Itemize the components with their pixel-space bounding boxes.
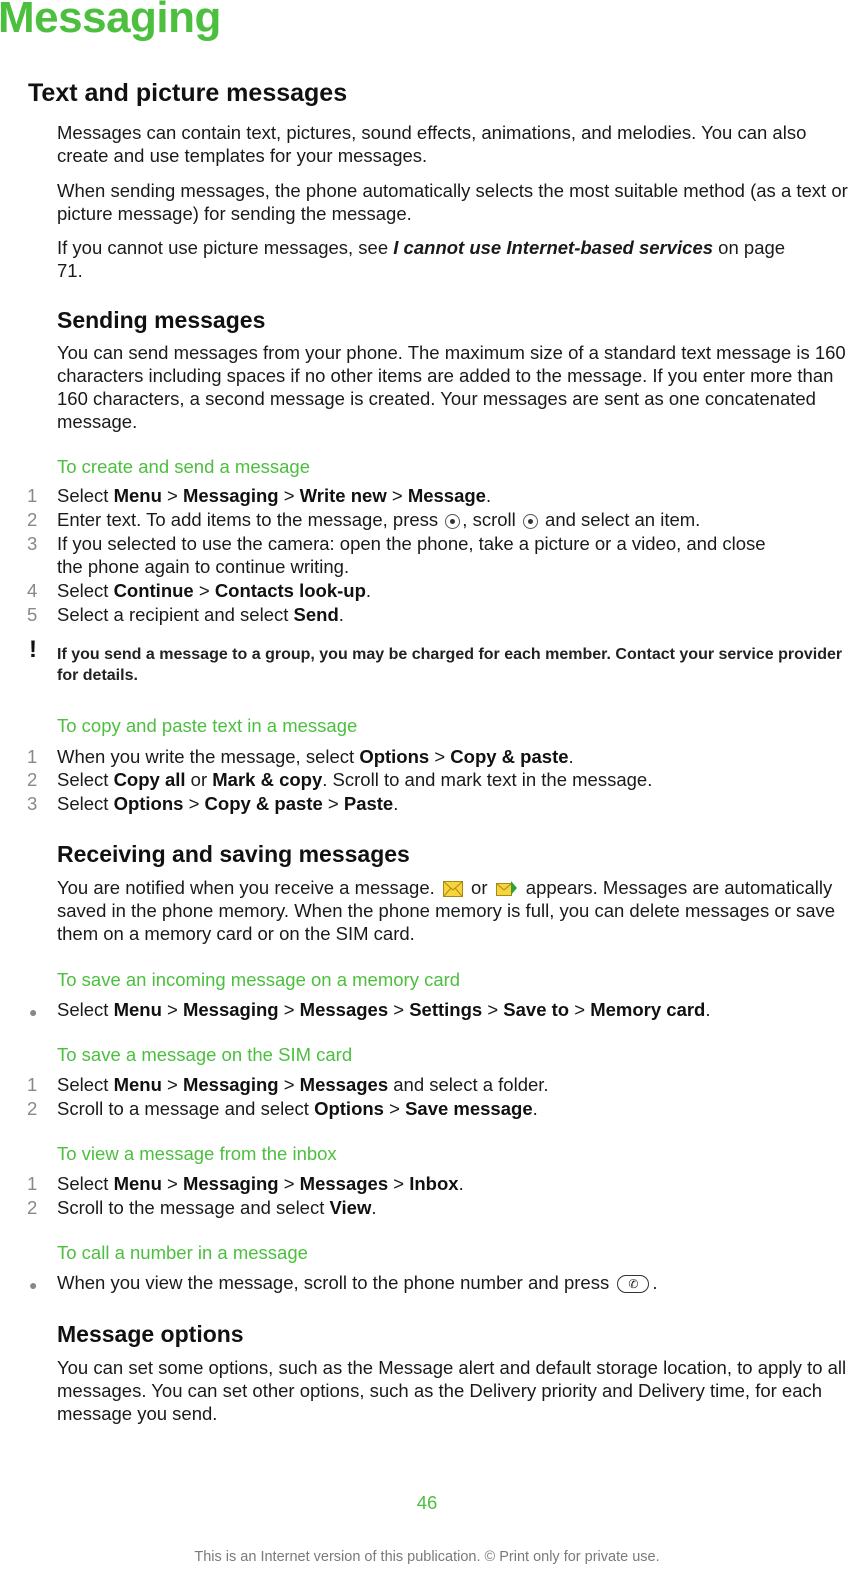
step-text: When you write the message, select Optio…	[57, 746, 574, 767]
step-number: 2	[27, 769, 38, 790]
task-heading-save-memory: To save an incoming message on a memory …	[57, 969, 461, 990]
step-text: Select Options > Copy & paste > Paste.	[57, 793, 399, 814]
section-heading-options: Message options	[57, 1321, 244, 1347]
step-text: Scroll to the message and select View.	[57, 1197, 377, 1218]
bullet-text: Select Menu > Messaging > Messages > Set…	[57, 999, 711, 1020]
step-number: 1	[27, 485, 38, 506]
step-number: 1	[27, 1074, 38, 1095]
step-number: 2	[27, 1098, 38, 1119]
envelope-arrow-icon	[495, 880, 517, 896]
step-text: Select Continue > Contacts look-up.	[57, 580, 372, 601]
page-number: 46	[416, 1492, 438, 1513]
section-heading-receiving: Receiving and saving messages	[57, 841, 410, 867]
paragraph: You can send messages from your phone. T…	[57, 342, 846, 432]
paragraph: You can set some options, such as the Me…	[57, 1357, 847, 1424]
step-number: 2	[27, 1197, 38, 1218]
step-number: 2	[27, 509, 38, 530]
step-text: Select Menu > Messaging > Messages > Inb…	[57, 1173, 464, 1194]
step-number: 1	[27, 1173, 38, 1194]
step-number: 4	[27, 580, 38, 601]
step-number: 5	[27, 604, 38, 625]
cross-reference-link[interactable]: I cannot use Internet-based services	[393, 237, 713, 258]
task-heading-save-sim: To save a message on the SIM card	[57, 1044, 353, 1065]
step-number: 3	[27, 793, 38, 814]
task-heading-copy-paste: To copy and paste text in a message	[57, 715, 358, 736]
task-heading-view-inbox: To view a message from the inbox	[57, 1143, 337, 1164]
step-text: If you selected to use the camera: open …	[57, 533, 766, 577]
step-text: Select Copy all or Mark & copy. Scroll t…	[57, 769, 653, 790]
paragraph-see-also: If you cannot use picture messages, see …	[57, 236, 797, 282]
step-text: Select Menu > Messaging > Write new > Me…	[57, 485, 492, 506]
section-heading-sending: Sending messages	[57, 307, 266, 333]
task-heading-create-send: To create and send a message	[57, 456, 310, 477]
step-text: Enter text. To add items to the message,…	[57, 509, 701, 530]
paragraph: Messages can contain text, pictures, sou…	[57, 122, 807, 166]
paragraph: You are notified when you receive a mess…	[57, 877, 836, 944]
step-item: 3 If you selected to use the camera: ope…	[0, 532, 854, 578]
bullet-icon: ●	[29, 1277, 38, 1293]
step-text: Scroll to a message and select Options >…	[57, 1098, 538, 1119]
step-number: 1	[27, 746, 38, 767]
note-text: If you send a message to a group, you ma…	[57, 646, 843, 684]
bullet-icon: ●	[29, 1004, 38, 1020]
envelope-icon	[442, 881, 463, 898]
step-number: 3	[27, 533, 38, 554]
text: If you cannot use picture messages, see	[57, 237, 394, 258]
section-heading-text-picture: Text and picture messages	[28, 79, 348, 107]
step-text: Select a recipient and select Send.	[57, 604, 344, 625]
task-heading-call-number: To call a number in a message	[57, 1242, 308, 1263]
important-note-icon: !	[29, 636, 37, 663]
bullet-text: When you view the message, scroll to the…	[57, 1272, 658, 1294]
navigation-key-scroll-icon	[522, 513, 538, 529]
step-text: Select Menu > Messaging > Messages and s…	[57, 1074, 549, 1095]
navigation-key-select-icon	[445, 513, 461, 529]
paragraph: When sending messages, the phone automat…	[57, 180, 848, 224]
chapter-title: Messaging	[0, 0, 221, 42]
call-key-icon: ✆	[617, 1275, 650, 1294]
footer-notice: This is an Internet version of this publ…	[194, 1549, 660, 1565]
